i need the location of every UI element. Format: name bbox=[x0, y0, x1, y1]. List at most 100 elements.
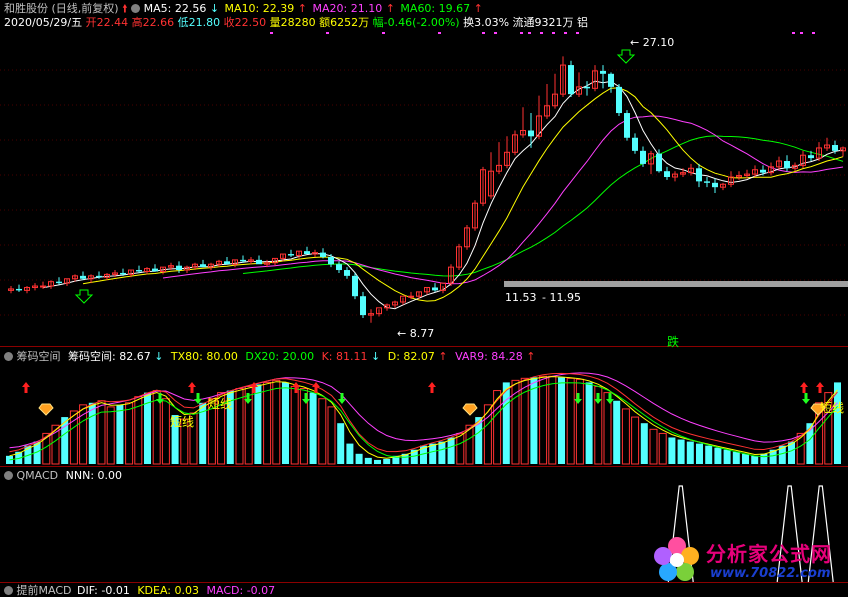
ma60-line bbox=[242, 135, 844, 277]
candle-body-down bbox=[256, 259, 262, 265]
indicator-bar bbox=[309, 392, 317, 464]
low-annotation: ← 8.77 bbox=[397, 327, 435, 340]
down-signal-arrow-icon bbox=[194, 393, 202, 404]
flower-logo-icon bbox=[654, 537, 699, 581]
candle-body-down bbox=[616, 86, 622, 114]
var9-line bbox=[9, 372, 838, 449]
candle-body-down bbox=[152, 268, 158, 272]
candle-body-down bbox=[352, 275, 358, 297]
up-signal-arrow-icon bbox=[816, 382, 824, 393]
fall-signal-label: 跌 bbox=[667, 335, 680, 349]
candle-body-down bbox=[96, 275, 102, 278]
candle-body-down bbox=[432, 287, 438, 291]
chart-canvas[interactable] bbox=[0, 0, 848, 594]
indicator-bar bbox=[364, 457, 372, 464]
indicator-bar bbox=[263, 381, 272, 465]
indicator-bar bbox=[346, 443, 354, 464]
candle-body-down bbox=[56, 281, 62, 284]
candle-body-down bbox=[344, 270, 350, 276]
indicator-bar bbox=[640, 423, 648, 464]
level-annotation-2: - 11.95 bbox=[542, 291, 581, 304]
indicator-bar bbox=[677, 439, 685, 464]
indicator-bar bbox=[290, 385, 299, 465]
indicator-bar bbox=[429, 443, 437, 464]
indicator-bar bbox=[530, 377, 538, 464]
indicator-bar bbox=[649, 428, 658, 465]
watermark-logo: 分析家公式网 www.70822.com bbox=[648, 532, 848, 588]
candle-body-down bbox=[328, 256, 334, 265]
candle-body-down bbox=[568, 65, 574, 95]
indicator-bar bbox=[456, 432, 465, 465]
indicator-bar bbox=[161, 398, 170, 465]
indicator-bar bbox=[631, 416, 640, 465]
indicator-bar bbox=[374, 459, 381, 464]
candle-body-down bbox=[240, 259, 246, 262]
candle-body-down bbox=[832, 145, 838, 151]
candle-body-down bbox=[16, 288, 22, 291]
candle-body-down bbox=[320, 252, 326, 257]
diamond-icon bbox=[462, 403, 478, 416]
short-term-label-1: 短线 bbox=[170, 415, 195, 429]
indicator-bar bbox=[658, 432, 667, 465]
up-signal-arrow-icon bbox=[292, 382, 300, 393]
indicator-bar bbox=[438, 441, 446, 464]
indicator-bar bbox=[272, 379, 281, 465]
candle-body-down bbox=[624, 113, 630, 138]
ma5-line bbox=[42, 80, 844, 310]
down-signal-arrow-icon bbox=[302, 393, 310, 404]
indicator-bar bbox=[558, 377, 565, 464]
indicator-bar bbox=[337, 423, 345, 464]
candle-body-down bbox=[784, 161, 790, 169]
indicator-bar bbox=[705, 445, 713, 464]
indicator-bar bbox=[318, 398, 327, 465]
candle-body-up bbox=[408, 295, 414, 298]
indicator-bar bbox=[383, 458, 391, 464]
indicator-bar bbox=[566, 377, 575, 465]
candle-body-down bbox=[696, 168, 702, 182]
down-signal-arrow-icon bbox=[606, 393, 614, 404]
down-signal-arrow-icon bbox=[574, 393, 582, 404]
indicator-bar bbox=[760, 453, 768, 464]
diamond-icon bbox=[38, 403, 54, 416]
logo-title: 分析家公式网 bbox=[706, 542, 832, 566]
indicator-bar bbox=[732, 451, 740, 464]
down-signal-arrow-icon bbox=[802, 393, 810, 404]
indicator-bar bbox=[235, 388, 244, 465]
candle-body-down bbox=[808, 155, 814, 159]
candle-body-down bbox=[224, 261, 230, 265]
indicator-bar bbox=[327, 406, 336, 465]
up-signal-arrow-icon bbox=[22, 382, 30, 393]
candle-body-down bbox=[176, 265, 182, 271]
candle-body-up bbox=[40, 285, 46, 288]
indicator-bar bbox=[742, 453, 749, 464]
indicator-bar bbox=[254, 384, 262, 464]
logo-url[interactable]: www.70822.com bbox=[710, 566, 831, 581]
indicator-bar bbox=[97, 400, 106, 465]
indicator-bar bbox=[585, 382, 593, 464]
indicator-bar bbox=[686, 441, 694, 464]
indicator-bar bbox=[355, 453, 363, 464]
up-signal-arrow-icon bbox=[428, 382, 436, 393]
indicator-bar bbox=[723, 449, 731, 464]
indicator-bar bbox=[483, 404, 492, 465]
short-term-label-2: 短线 bbox=[208, 397, 233, 411]
candle-body-down bbox=[760, 169, 766, 173]
candle-body-down bbox=[336, 264, 342, 271]
candle-body-down bbox=[528, 130, 534, 137]
indicator-bar bbox=[696, 443, 703, 464]
up-signal-arrow-icon bbox=[800, 382, 808, 393]
candle-body-down bbox=[304, 251, 310, 255]
indicator-bar bbox=[668, 437, 676, 464]
candle-body-down bbox=[200, 264, 206, 268]
indicator-bar bbox=[548, 375, 557, 465]
candle-body-down bbox=[664, 171, 670, 178]
candle-body-down bbox=[656, 153, 662, 172]
candle-body-down bbox=[600, 70, 606, 74]
buy-signal-arrow-icon bbox=[616, 49, 636, 64]
indicator-bar bbox=[621, 408, 630, 465]
indicator-bar bbox=[575, 378, 584, 465]
indicator-bar bbox=[88, 402, 96, 464]
indicator-bar bbox=[502, 382, 510, 464]
candle-body-down bbox=[120, 272, 126, 275]
indicator-bar bbox=[125, 402, 134, 465]
